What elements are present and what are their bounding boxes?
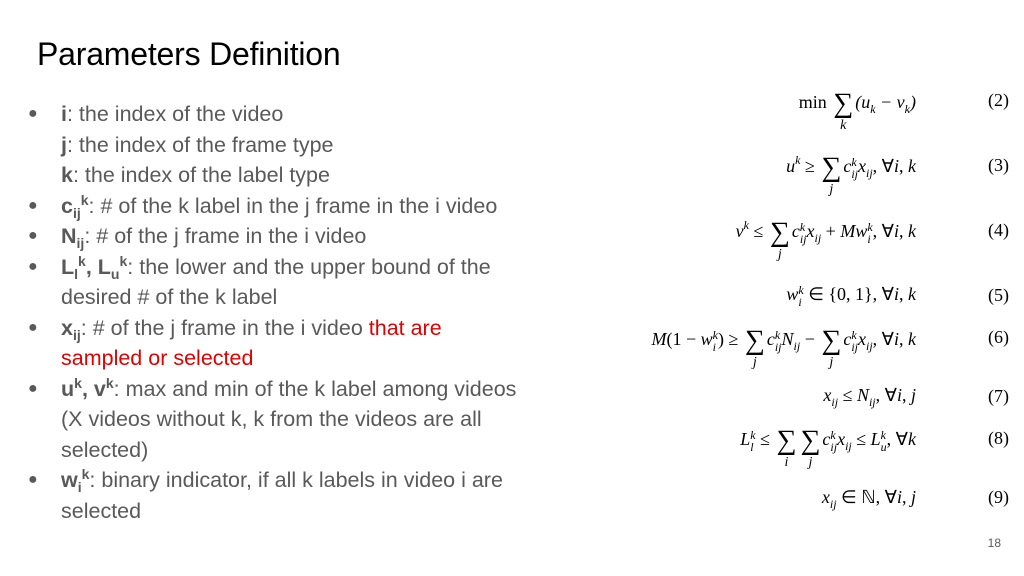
definition-i: : the index of the video	[66, 102, 284, 126]
symbol-l-upper: L	[97, 254, 111, 279]
definition-uv: : max and min of the k label among video…	[61, 376, 517, 462]
page-number: 18	[987, 536, 1001, 550]
superscript: k	[80, 191, 89, 208]
equation-4: vk ≤ ∑ j c k ij xij + Mw k i, ∀i, k	[735, 217, 916, 262]
symbol-k: k	[61, 163, 73, 187]
subscript: ij	[72, 204, 81, 221]
list-item-uv: ● uk, vk: max and min of the k label amo…	[28, 374, 528, 466]
equation-number: (2)	[988, 90, 1009, 110]
equation-9: xij ∈ ℕ, ∀i, j	[821, 487, 916, 511]
subscript: ij	[72, 326, 81, 343]
equation-number: (4)	[988, 220, 1009, 240]
separator: ,	[81, 376, 94, 401]
superscript: k	[78, 252, 86, 269]
bullet-icon: ●	[28, 318, 38, 336]
bullet-icon: ●	[28, 257, 38, 275]
definition-x: : # of the j frame in the i video	[80, 315, 369, 340]
equation-number: (8)	[988, 428, 1009, 448]
symbol-u: u	[61, 376, 75, 401]
symbol-v: v	[93, 376, 106, 401]
equation-7: xij ≤ Nij, ∀i, j	[823, 385, 916, 409]
equation-2: min ∑ k (uk − vk)	[798, 88, 916, 133]
list-item-c: ● cijk: # of the k label in the j frame …	[28, 191, 528, 222]
slide-title: Parameters Definition	[37, 36, 341, 72]
list-item-n: ● Nij: # of the j frame in the i video	[28, 221, 528, 252]
equation-8: Lkl ≤ ∑ i ∑ j c k ij xij ≤ Lku, ∀k	[740, 425, 916, 470]
list-item-l: ● Llk, Luk: the lower and the upper boun…	[28, 252, 528, 313]
bullet-icon: ●	[28, 227, 38, 244]
equation-block: min ∑ k (uk − vk) (2) uk ≥ ∑ j c k ij xij, ∀i, …	[500, 0, 1024, 576]
definition-n: : # of the j frame in the i video	[84, 224, 367, 248]
superscript: k	[74, 374, 82, 391]
definition-j: : the index of the frame type	[66, 132, 334, 157]
bullet-icon: ●	[28, 105, 38, 122]
equation-number: (6)	[988, 327, 1009, 347]
equation-number: (5)	[988, 285, 1009, 305]
symbol-n: N	[61, 224, 77, 248]
symbol-l-lower: L	[61, 254, 75, 279]
symbol-x: x	[61, 315, 73, 340]
bullet-icon: ●	[28, 196, 38, 214]
superscript: k	[105, 374, 114, 391]
bullet-icon: ●	[28, 379, 38, 397]
equation-6: M(1 − w k i) ≥ ∑ j c k ij Nij − ∑ j c k ij xij, ∀i, …	[651, 325, 916, 370]
parameter-list: ● i: the index of the video j: the index…	[28, 99, 528, 526]
symbol-c: c	[61, 193, 73, 218]
equation-3: uk ≥ ∑ j c k ij xij, ∀i, k	[786, 152, 916, 197]
symbol-w: w	[61, 468, 78, 492]
list-item-indices: ● i: the index of the video j: the index…	[28, 99, 528, 191]
equation-number: (9)	[988, 487, 1009, 507]
separator: ,	[85, 254, 98, 279]
bullet-icon: ●	[28, 471, 38, 488]
equation-number: (3)	[988, 155, 1009, 175]
definition-k: : the index of the label type	[72, 163, 330, 187]
list-item-w: ● wik: binary indicator, if all k labels…	[28, 465, 528, 526]
definition-w: : binary indicator, if all k labels in v…	[61, 468, 503, 523]
equation-number: (7)	[988, 386, 1009, 406]
list-item-x: ● xij: # of the j frame in the i video t…	[28, 313, 528, 374]
equation-5: wki ∈ {0, 1}, ∀i, k	[786, 283, 916, 309]
definition-c: : # of the k label in the j frame in the…	[88, 193, 498, 218]
